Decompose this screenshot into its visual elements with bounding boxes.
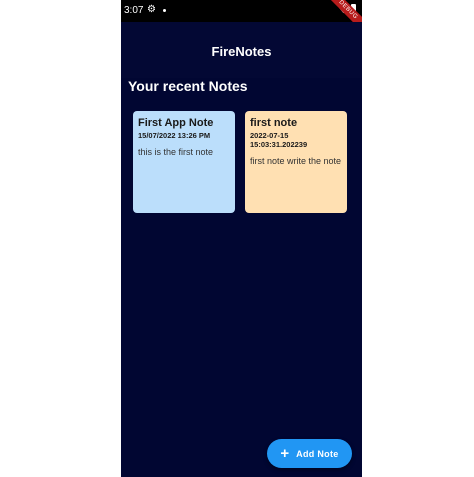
gear-icon: ⚙ [147, 4, 156, 15]
status-time: 3:07 [124, 5, 144, 16]
status-bar: 3:07 ⚙ DEBUG [121, 0, 362, 37]
note-body: first note write the note [250, 156, 342, 166]
add-note-button[interactable]: + Add Note [267, 439, 352, 468]
note-title: First App Note [138, 117, 214, 129]
note-body: this is the first note [138, 147, 214, 157]
plus-icon: + [280, 445, 290, 462]
section-title: Your recent Notes [128, 78, 248, 94]
app-title: FireNotes [211, 44, 272, 59]
phone-screen: 3:07 ⚙ DEBUG FireNotes Your recent Notes… [121, 0, 362, 477]
note-title: first note [250, 117, 298, 129]
add-note-label: Add Note [296, 448, 339, 459]
notification-dot-icon [163, 9, 166, 12]
note-card[interactable]: first note 2022-07-15 15:03:31.202239 fi… [245, 111, 347, 213]
app-bar: FireNotes [121, 22, 362, 78]
note-date: 2022-07-15 15:03:31.202239 [250, 131, 308, 149]
note-card[interactable]: First App Note 15/07/2022 13:26 PM this … [133, 111, 235, 213]
note-date: 15/07/2022 13:26 PM [138, 131, 211, 140]
